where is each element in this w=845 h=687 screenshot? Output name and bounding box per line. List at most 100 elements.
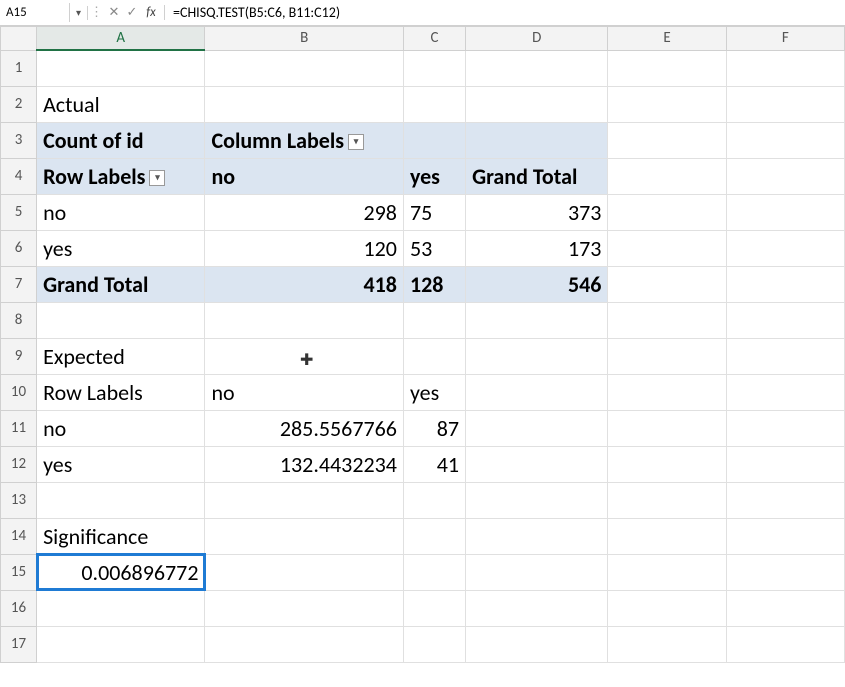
- pivot-count-of-id[interactable]: Count of id: [37, 122, 205, 158]
- cell[interactable]: Row Labels: [37, 374, 205, 410]
- row-header[interactable]: 12: [1, 446, 37, 482]
- cell[interactable]: yes: [403, 374, 465, 410]
- row-header[interactable]: 5: [1, 194, 37, 230]
- row-labels-dropdown[interactable]: ▾: [149, 170, 165, 186]
- cell[interactable]: 373: [466, 194, 608, 230]
- row-header[interactable]: 17: [1, 626, 37, 662]
- cell[interactable]: [37, 50, 205, 86]
- cell[interactable]: 41: [403, 446, 465, 482]
- cell[interactable]: [205, 86, 403, 122]
- cell[interactable]: [608, 266, 726, 302]
- cell-label-actual[interactable]: Actual: [37, 86, 205, 122]
- cell[interactable]: [726, 482, 844, 518]
- cell[interactable]: [726, 50, 844, 86]
- row-header[interactable]: 10: [1, 374, 37, 410]
- cell[interactable]: 298: [205, 194, 403, 230]
- row-header[interactable]: 3: [1, 122, 37, 158]
- cell[interactable]: [608, 302, 726, 338]
- cell[interactable]: 546: [466, 266, 608, 302]
- cell[interactable]: [205, 590, 403, 626]
- cell[interactable]: [726, 86, 844, 122]
- cell[interactable]: [466, 122, 608, 158]
- cell[interactable]: [608, 158, 726, 194]
- cell[interactable]: 120: [205, 230, 403, 266]
- row-header[interactable]: 8: [1, 302, 37, 338]
- cell[interactable]: [608, 374, 726, 410]
- cell-label-significance[interactable]: Significance: [37, 518, 205, 554]
- cell[interactable]: [726, 266, 844, 302]
- row-header[interactable]: 2: [1, 86, 37, 122]
- cell[interactable]: 87: [403, 410, 465, 446]
- pivot-grand-total-row[interactable]: Grand Total: [37, 266, 205, 302]
- col-header-A[interactable]: A: [37, 27, 205, 51]
- col-header-F[interactable]: F: [726, 27, 844, 51]
- cell[interactable]: [37, 626, 205, 662]
- cell[interactable]: [726, 230, 844, 266]
- cell[interactable]: [466, 626, 608, 662]
- cell[interactable]: [726, 446, 844, 482]
- cell[interactable]: [726, 410, 844, 446]
- cell[interactable]: [608, 446, 726, 482]
- name-box-dropdown[interactable]: ▾: [70, 6, 88, 20]
- cell[interactable]: [403, 554, 465, 590]
- cell[interactable]: [403, 86, 465, 122]
- cell[interactable]: [205, 50, 403, 86]
- col-header-E[interactable]: E: [608, 27, 726, 51]
- cell[interactable]: 128: [403, 266, 465, 302]
- name-box[interactable]: [0, 3, 70, 22]
- cell[interactable]: [466, 338, 608, 374]
- row-header[interactable]: 7: [1, 266, 37, 302]
- cell[interactable]: [205, 482, 403, 518]
- cell[interactable]: [726, 338, 844, 374]
- cell[interactable]: [726, 194, 844, 230]
- cell[interactable]: [205, 554, 403, 590]
- cell[interactable]: [608, 518, 726, 554]
- row-header[interactable]: 4: [1, 158, 37, 194]
- cell[interactable]: [608, 590, 726, 626]
- pivot-row-labels[interactable]: Row Labels▾: [37, 158, 205, 194]
- cell[interactable]: [403, 122, 465, 158]
- cell[interactable]: [726, 302, 844, 338]
- cell[interactable]: [608, 410, 726, 446]
- cell[interactable]: [726, 590, 844, 626]
- cell[interactable]: [403, 590, 465, 626]
- cell[interactable]: [726, 158, 844, 194]
- cell[interactable]: [466, 590, 608, 626]
- cell[interactable]: [466, 482, 608, 518]
- cell[interactable]: [608, 86, 726, 122]
- formula-input[interactable]: [165, 2, 845, 23]
- cell[interactable]: [608, 50, 726, 86]
- row-header[interactable]: 15: [1, 554, 37, 590]
- pivot-col-yes[interactable]: yes: [403, 158, 465, 194]
- cell[interactable]: 75: [403, 194, 465, 230]
- row-header[interactable]: 14: [1, 518, 37, 554]
- cell[interactable]: [466, 50, 608, 86]
- cell[interactable]: [726, 518, 844, 554]
- cell[interactable]: [608, 554, 726, 590]
- cell[interactable]: [403, 482, 465, 518]
- col-header-C[interactable]: C: [403, 27, 465, 51]
- row-header[interactable]: 1: [1, 50, 37, 86]
- cell-label-expected[interactable]: Expected: [37, 338, 205, 374]
- cell[interactable]: yes: [37, 446, 205, 482]
- cell[interactable]: [726, 374, 844, 410]
- cell[interactable]: [205, 518, 403, 554]
- cell[interactable]: [403, 302, 465, 338]
- pivot-col-no[interactable]: no: [205, 158, 403, 194]
- cell[interactable]: [608, 194, 726, 230]
- cell-reference-input[interactable]: [6, 5, 63, 20]
- cell[interactable]: [466, 446, 608, 482]
- cell[interactable]: [726, 626, 844, 662]
- cell[interactable]: [466, 86, 608, 122]
- cell[interactable]: no: [205, 374, 403, 410]
- cell[interactable]: [608, 122, 726, 158]
- cell[interactable]: [37, 302, 205, 338]
- cell[interactable]: [205, 302, 403, 338]
- cell[interactable]: [37, 590, 205, 626]
- cell[interactable]: [608, 338, 726, 374]
- cell[interactable]: [466, 374, 608, 410]
- row-header[interactable]: 13: [1, 482, 37, 518]
- fx-icon[interactable]: fx: [141, 5, 165, 20]
- cancel-icon[interactable]: ✕: [105, 5, 123, 20]
- cell[interactable]: [608, 230, 726, 266]
